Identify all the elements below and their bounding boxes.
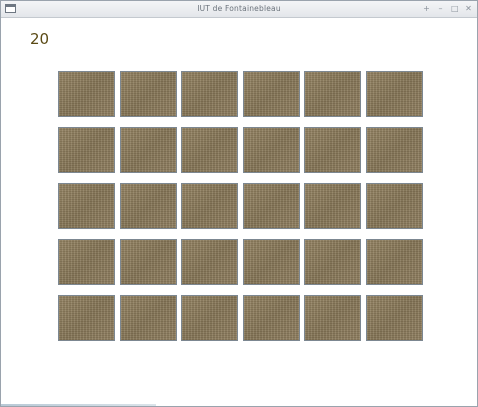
memory-card[interactable] bbox=[242, 183, 300, 229]
memory-card[interactable] bbox=[119, 239, 177, 285]
window-title: IUT de Fontainebleau bbox=[197, 4, 281, 13]
memory-card[interactable] bbox=[181, 239, 239, 285]
app-window: IUT de Fontainebleau + – □ ✕ 20 bbox=[0, 0, 478, 407]
memory-card[interactable] bbox=[365, 71, 423, 117]
window-controls: + – □ ✕ bbox=[423, 3, 472, 15]
pin-button[interactable]: + bbox=[423, 3, 430, 15]
memory-card[interactable] bbox=[365, 295, 423, 341]
memory-card[interactable] bbox=[58, 127, 115, 173]
memory-card[interactable] bbox=[58, 295, 115, 341]
memory-card[interactable] bbox=[304, 183, 362, 229]
memory-card[interactable] bbox=[304, 239, 362, 285]
memory-card[interactable] bbox=[242, 71, 300, 117]
memory-card[interactable] bbox=[119, 127, 177, 173]
memory-card[interactable] bbox=[181, 71, 239, 117]
memory-card[interactable] bbox=[181, 295, 239, 341]
maximize-button[interactable]: □ bbox=[451, 3, 459, 15]
memory-card[interactable] bbox=[304, 127, 362, 173]
memory-card[interactable] bbox=[119, 295, 177, 341]
memory-card[interactable] bbox=[304, 71, 362, 117]
memory-card[interactable] bbox=[304, 295, 362, 341]
memory-card[interactable] bbox=[119, 183, 177, 229]
minimize-button[interactable]: – bbox=[437, 3, 444, 15]
memory-card[interactable] bbox=[119, 71, 177, 117]
memory-card[interactable] bbox=[365, 127, 423, 173]
memory-card[interactable] bbox=[242, 239, 300, 285]
close-button[interactable]: ✕ bbox=[465, 3, 472, 15]
memory-card[interactable] bbox=[242, 127, 300, 173]
title-bar[interactable]: IUT de Fontainebleau + – □ ✕ bbox=[1, 1, 477, 18]
score-counter: 20 bbox=[30, 30, 50, 48]
memory-card[interactable] bbox=[58, 71, 115, 117]
memory-card[interactable] bbox=[181, 127, 239, 173]
memory-card[interactable] bbox=[181, 183, 239, 229]
card-board bbox=[58, 71, 423, 341]
memory-card[interactable] bbox=[58, 183, 115, 229]
memory-card[interactable] bbox=[58, 239, 115, 285]
memory-card[interactable] bbox=[242, 295, 300, 341]
memory-card[interactable] bbox=[365, 183, 423, 229]
memory-card[interactable] bbox=[365, 239, 423, 285]
bottom-edge-strip bbox=[1, 404, 156, 406]
